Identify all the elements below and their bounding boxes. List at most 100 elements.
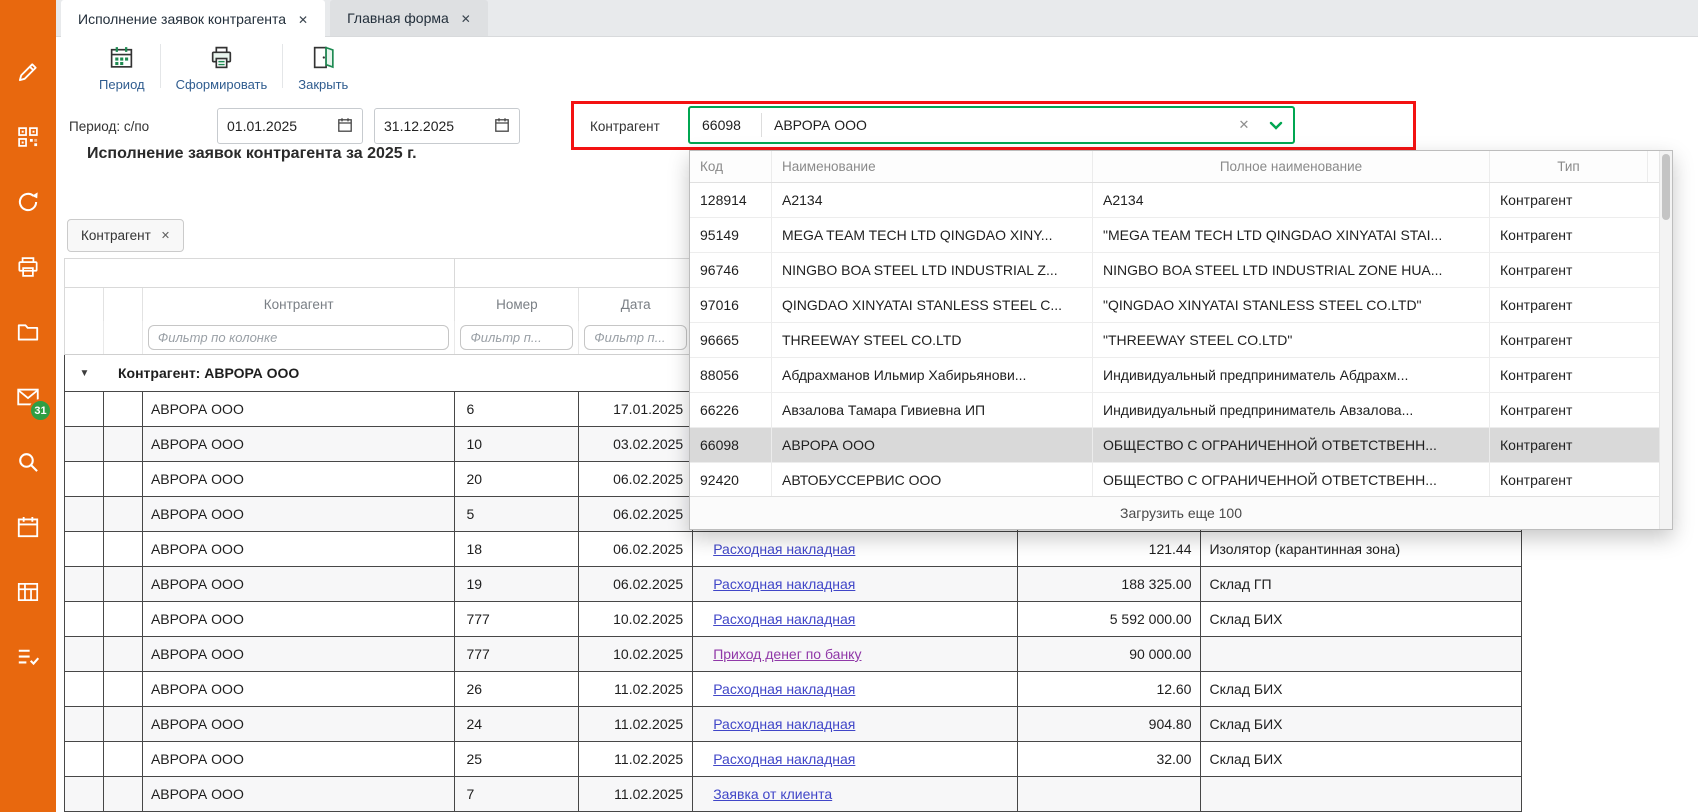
cell-date: 11.02.2025 [579,672,693,706]
calendar-icon[interactable] [337,117,353,136]
cell-name: АВРОРА ООО [772,428,1093,462]
column-header-date[interactable]: Дата [579,288,693,321]
dropdown-row[interactable]: 97016 QINGDAO XINYATAI STANLESS STEEL C.… [690,288,1672,323]
folder-icon[interactable] [14,318,42,346]
tasks-icon[interactable] [14,643,42,671]
cell-date: 11.02.2025 [579,707,693,741]
cell-code: 88056 [690,358,772,392]
calendar-icon [108,44,135,74]
cell-number: 20 [455,462,579,496]
cell-counterparty: АВРОРА ООО [143,497,456,531]
remove-tag-icon[interactable]: ✕ [161,229,170,242]
clear-icon[interactable]: ✕ [1229,117,1259,133]
counterparty-name: АВРОРА ООО [762,117,1229,133]
dropdown-row[interactable]: 95149 MEGA TEAM TECH LTD QINGDAO XINY...… [690,218,1672,253]
date-to-input[interactable]: 31.12.2025 [374,108,520,144]
dropdown-row[interactable]: 96665 THREEWAY STEEL CO.LTD "THREEWAY ST… [690,323,1672,358]
cell-name: THREEWAY STEEL CO.LTD [772,323,1093,357]
document-link[interactable]: Расходная накладная [713,541,855,557]
cell-fullname: NINGBO BOA STEEL LTD INDUSTRIAL ZONE HUA… [1093,253,1490,287]
date-from-value: 01.01.2025 [227,118,297,134]
cell-fullname: Индивидуальный предприниматель Абдрахм..… [1093,358,1490,392]
table-row[interactable]: АВРОРА ООО 777 10.02.2025 Приход денег п… [64,637,1522,672]
table-icon[interactable] [14,578,42,606]
cell-number: 7 [455,777,579,811]
generate-button[interactable]: Сформировать [161,37,283,97]
cell-type: Контрагент [1490,428,1648,462]
mail-icon[interactable]: 31 [14,383,42,411]
date-filter-input[interactable] [584,325,687,350]
load-more-button[interactable]: Загрузить еще 100 [690,496,1672,529]
cell-fullname: "QINGDAO XINYATAI STANLESS STEEL CO.LTD" [1093,288,1490,322]
cell-type: Контрагент [1490,218,1648,252]
column-header-counterparty[interactable]: Контрагент [143,288,456,321]
exit-door-icon [310,44,337,74]
refresh-icon[interactable] [14,188,42,216]
tab-report-label: Исполнение заявок контрагента [78,11,286,27]
dropdown-row[interactable]: 88056 Абдрахманов Ильмир Хабирьянови... … [690,358,1672,393]
cell-counterparty: АВРОРА ООО [143,707,456,741]
close-icon[interactable]: ✕ [298,12,308,27]
cell-number: 777 [455,602,579,636]
close-form-button[interactable]: Закрыть [283,37,363,97]
cell-number: 26 [455,672,579,706]
table-row[interactable]: АВРОРА ООО 26 11.02.2025 Расходная накла… [64,672,1522,707]
filter-tag-counterparty[interactable]: Контрагент ✕ [67,219,184,252]
cell-warehouse [1201,637,1521,671]
scrollbar-thumb[interactable] [1662,154,1670,220]
document-link[interactable]: Расходная накладная [713,611,855,627]
counterparty-combobox[interactable]: 66098 АВРОРА ООО ✕ [688,106,1295,144]
date-from-input[interactable]: 01.01.2025 [217,108,363,144]
date-to-value: 31.12.2025 [384,118,454,134]
table-row[interactable]: АВРОРА ООО 19 06.02.2025 Расходная накла… [64,567,1522,602]
cell-counterparty: АВРОРА ООО [143,392,456,426]
document-link[interactable]: Расходная накладная [713,751,855,767]
tab-report[interactable]: Исполнение заявок контрагента ✕ [61,0,325,38]
document-link[interactable]: Расходная накладная [713,716,855,732]
tab-main-form-label: Главная форма [347,10,449,26]
document-link[interactable]: Приход денег по банку [713,646,861,662]
chevron-down-icon[interactable] [1259,121,1293,130]
cell-name: NINGBO BOA STEEL LTD INDUSTRIAL Z... [772,253,1093,287]
cell-fullname: A2134 [1093,183,1490,217]
table-row[interactable]: АВРОРА ООО 24 11.02.2025 Расходная накла… [64,707,1522,742]
dropdown-row[interactable]: 66098 АВРОРА ООО ОБЩЕСТВО С ОГРАНИЧЕННОЙ… [690,428,1672,463]
dropdown-row[interactable]: 128914 A2134 A2134 Контрагент [690,183,1672,218]
number-filter-input[interactable] [460,325,573,350]
document-link[interactable]: Расходная накладная [713,576,855,592]
table-row[interactable]: АВРОРА ООО 7 11.02.2025 Заявка от клиент… [64,777,1522,812]
search-icon[interactable] [14,448,42,476]
dropdown-row[interactable]: 96746 NINGBO BOA STEEL LTD INDUSTRIAL Z.… [690,253,1672,288]
tab-main-form[interactable]: Главная форма ✕ [330,0,488,36]
cell-counterparty: АВРОРА ООО [143,532,456,566]
cell-code: 96665 [690,323,772,357]
calendar-icon[interactable] [494,117,510,136]
cell-name: A2134 [772,183,1093,217]
table-row[interactable]: АВРОРА ООО 18 06.02.2025 Расходная накла… [64,532,1522,567]
qr-code-icon[interactable] [14,123,42,151]
pencil-icon[interactable] [14,58,42,86]
close-icon[interactable]: ✕ [461,11,471,26]
table-row[interactable]: АВРОРА ООО 777 10.02.2025 Расходная накл… [64,602,1522,637]
cell-counterparty: АВРОРА ООО [143,672,456,706]
counterparty-filter-input[interactable] [148,325,450,350]
dropdown-header-row: Код Наименование Полное наименование Тип [690,151,1672,183]
counterparty-field-label: Контрагент [590,119,660,134]
cell-number: 18 [455,532,579,566]
cell-amount: 121.44 [1018,532,1202,566]
cell-amount: 5 592 000.00 [1018,602,1202,636]
printer-icon[interactable] [14,253,42,281]
calendar-icon[interactable] [14,513,42,541]
table-row[interactable]: АВРОРА ООО 25 11.02.2025 Расходная накла… [64,742,1522,777]
column-header-number[interactable]: Номер [455,288,579,321]
dropdown-header-type: Тип [1490,151,1648,182]
dropdown-scrollbar[interactable] [1659,151,1672,529]
collapse-triangle-icon[interactable]: ▼ [65,368,104,379]
dropdown-row[interactable]: 66226 Авзалова Тамара Гивиевна ИП Индиви… [690,393,1672,428]
dropdown-row[interactable]: 92420 АВТОБУССЕРВИС ООО ОБЩЕСТВО С ОГРАН… [690,463,1672,496]
document-link[interactable]: Заявка от клиента [713,786,832,802]
period-button[interactable]: Период [84,37,160,97]
counterparty-dropdown: Код Наименование Полное наименование Тип… [689,150,1673,530]
dropdown-header-fullname: Полное наименование [1093,151,1490,182]
document-link[interactable]: Расходная накладная [713,681,855,697]
